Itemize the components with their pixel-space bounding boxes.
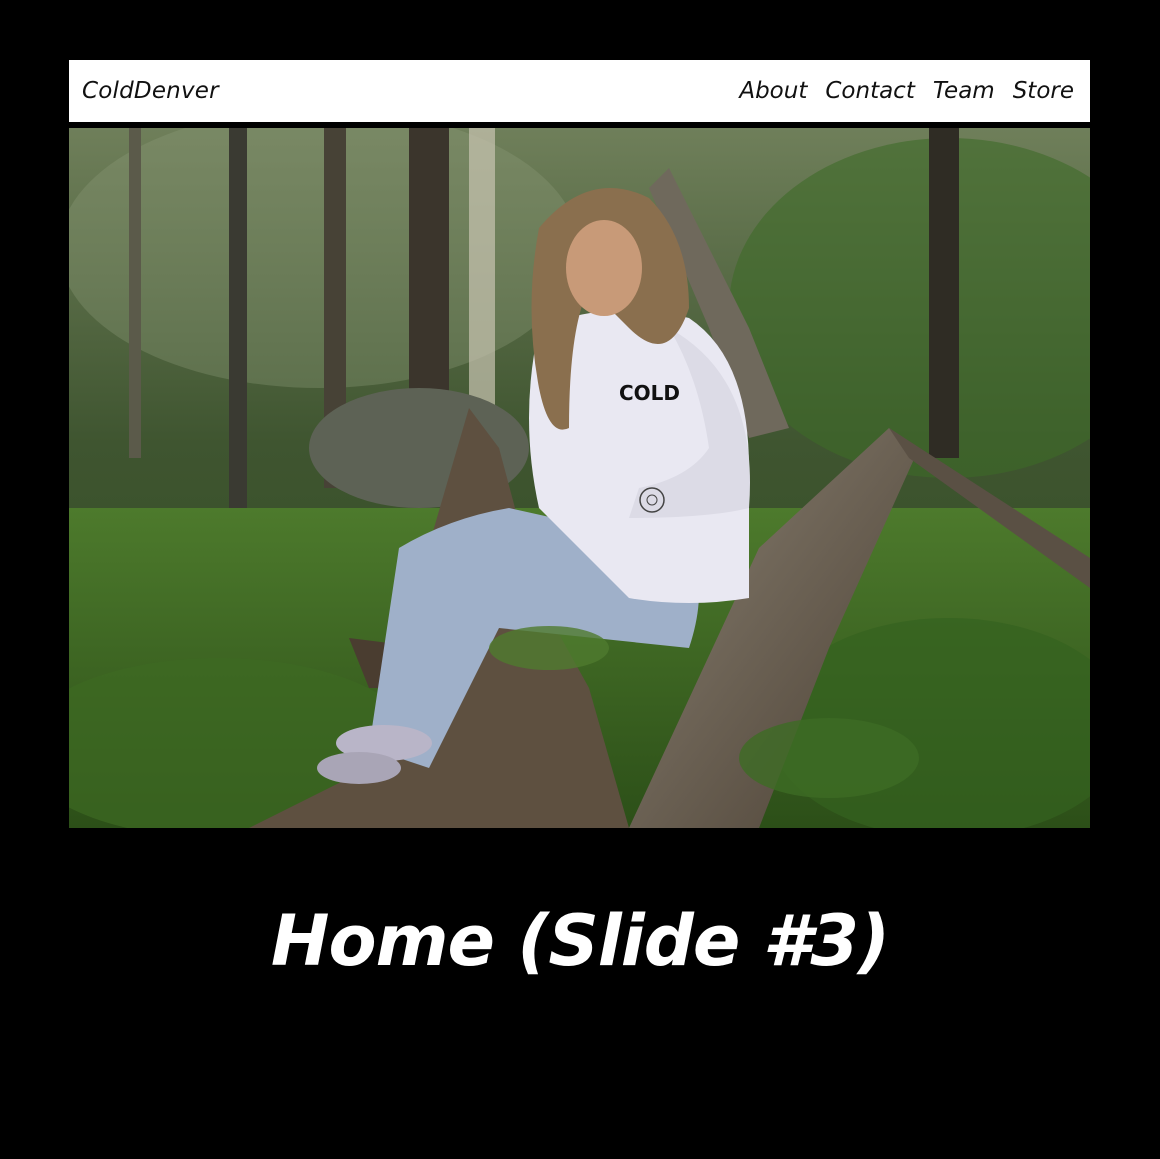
nav-link-store[interactable]: Store bbox=[1013, 78, 1074, 104]
forest-photo: COLD bbox=[69, 128, 1090, 828]
nav-link-contact[interactable]: Contact bbox=[825, 78, 914, 104]
hero-slide-image: COLD bbox=[69, 128, 1090, 828]
top-navbar: ColdDenver About Contact Team Store bbox=[69, 60, 1090, 122]
nav-link-about[interactable]: About bbox=[739, 78, 807, 104]
nav-links: About Contact Team Store bbox=[739, 78, 1074, 104]
slide-caption: Home (Slide #3) bbox=[270, 900, 890, 982]
brand-logo-link[interactable]: ColdDenver bbox=[82, 78, 219, 104]
shirt-print-text: COLD bbox=[619, 381, 680, 405]
nav-link-team[interactable]: Team bbox=[933, 78, 995, 104]
